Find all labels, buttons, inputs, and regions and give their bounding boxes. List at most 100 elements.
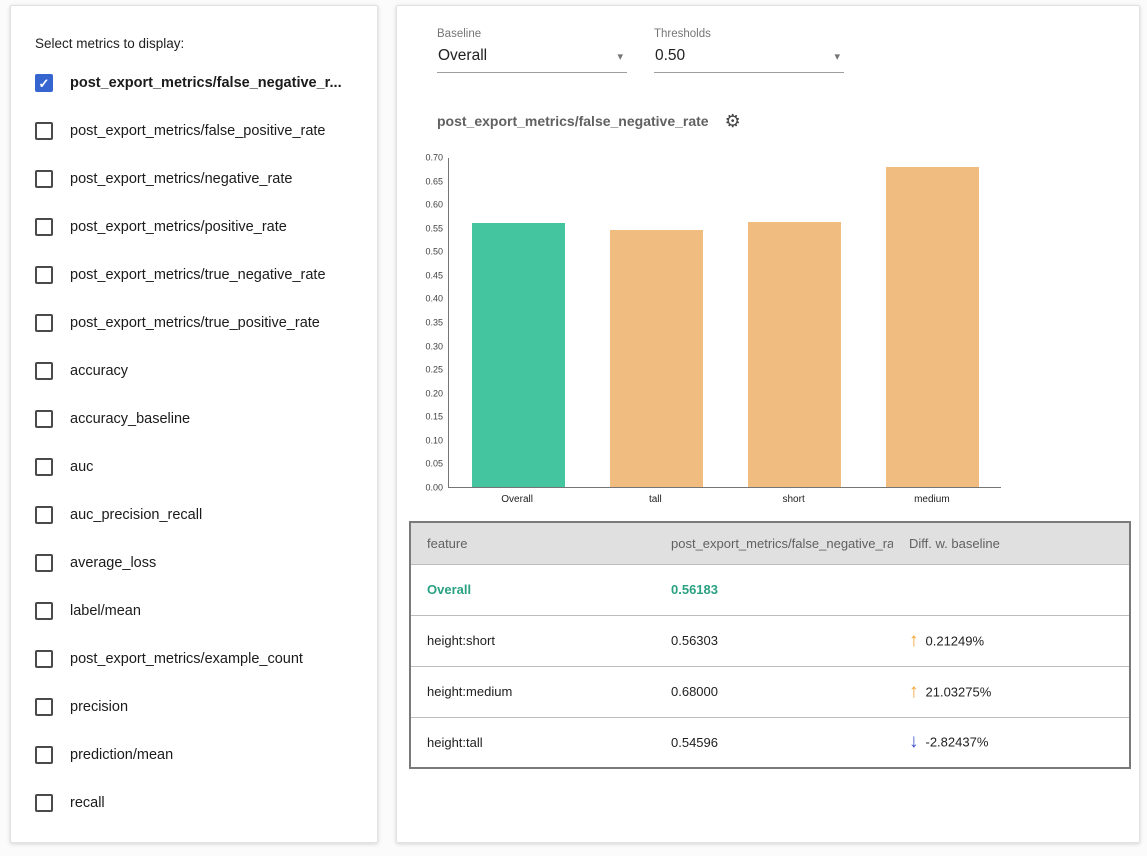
- metric-label: average_loss: [70, 555, 156, 571]
- controls-row: Baseline Overall ▾ Thresholds 0.50 ▾: [437, 28, 871, 73]
- metric-checkbox-item[interactable]: label/mean: [11, 587, 377, 635]
- baseline-select[interactable]: Overall ▾: [437, 43, 627, 73]
- metric-checkbox-item[interactable]: post_export_metrics/true_positive_rate: [11, 299, 377, 347]
- x-axis-label: tall: [609, 494, 702, 505]
- header-metric: post_export_metrics/false_negative_rat..…: [655, 522, 893, 564]
- metric-checkbox-item[interactable]: post_export_metrics/positive_rate: [11, 203, 377, 251]
- metrics-table: feature post_export_metrics/false_negati…: [409, 521, 1131, 769]
- metric-list: ✓post_export_metrics/false_negative_r...…: [11, 59, 377, 827]
- metric-selector-panel: Select metrics to display: ✓post_export_…: [10, 5, 378, 843]
- metric-checkbox-item[interactable]: post_export_metrics/example_count: [11, 635, 377, 683]
- x-axis-label: short: [747, 494, 840, 505]
- checkbox-unchecked-icon[interactable]: [35, 698, 53, 716]
- x-axis-label: medium: [885, 494, 978, 505]
- metric-label: post_export_metrics/true_positive_rate: [70, 315, 320, 331]
- results-panel: Baseline Overall ▾ Thresholds 0.50 ▾ pos…: [396, 5, 1140, 843]
- y-axis-tick-label: 0.45: [425, 271, 443, 280]
- dropdown-arrow-icon: ▾: [617, 50, 623, 63]
- metric-label: post_export_metrics/example_count: [70, 651, 303, 667]
- bar-chart: 0.000.050.100.150.200.250.300.350.400.45…: [409, 158, 1009, 513]
- checkbox-checked-icon[interactable]: ✓: [35, 74, 53, 92]
- checkbox-unchecked-icon[interactable]: [35, 218, 53, 236]
- checkbox-unchecked-icon[interactable]: [35, 794, 53, 812]
- checkbox-unchecked-icon[interactable]: [35, 170, 53, 188]
- diff-cell: ↑0.21249%: [893, 615, 1130, 666]
- metric-label: prediction/mean: [70, 747, 173, 763]
- metric-label: post_export_metrics/negative_rate: [70, 171, 292, 187]
- bar-medium[interactable]: [886, 167, 979, 487]
- metric-checkbox-item[interactable]: ✓post_export_metrics/false_negative_r...: [11, 59, 377, 107]
- check-icon: ✓: [39, 77, 50, 90]
- metric-checkbox-item[interactable]: post_export_metrics/false_positive_rate: [11, 107, 377, 155]
- metric-checkbox-item[interactable]: post_export_metrics/true_negative_rate: [11, 251, 377, 299]
- checkbox-unchecked-icon[interactable]: [35, 650, 53, 668]
- metric-checkbox-item[interactable]: average_loss: [11, 539, 377, 587]
- up-arrow-icon: ↑: [909, 630, 919, 651]
- diff-value: -2.82437%: [926, 735, 989, 750]
- metric-label: auc: [70, 459, 93, 475]
- feature-cell: Overall: [410, 564, 655, 615]
- checkbox-unchecked-icon[interactable]: [35, 554, 53, 572]
- y-axis-tick-label: 0.30: [425, 342, 443, 351]
- diff-cell: [893, 564, 1130, 615]
- metric-label: accuracy: [70, 363, 128, 379]
- metric-label: precision: [70, 699, 128, 715]
- chart-header: post_export_metrics/false_negative_rate …: [437, 112, 741, 130]
- y-axis-tick-label: 0.15: [425, 413, 443, 422]
- metric-label: label/mean: [70, 603, 141, 619]
- metric-checkbox-item[interactable]: auc_precision_recall: [11, 491, 377, 539]
- bar-short[interactable]: [748, 222, 841, 487]
- thresholds-control: Thresholds 0.50 ▾: [654, 28, 844, 73]
- metric-label: accuracy_baseline: [70, 411, 190, 427]
- checkbox-unchecked-icon[interactable]: [35, 602, 53, 620]
- checkbox-unchecked-icon[interactable]: [35, 410, 53, 428]
- checkbox-unchecked-icon[interactable]: [35, 506, 53, 524]
- y-axis-tick-label: 0.60: [425, 201, 443, 210]
- y-axis-tick-label: 0.55: [425, 224, 443, 233]
- checkbox-unchecked-icon[interactable]: [35, 122, 53, 140]
- metric-value-cell: 0.56303: [655, 615, 893, 666]
- diff-value: 21.03275%: [926, 684, 992, 699]
- metric-selector-title: Select metrics to display:: [35, 36, 377, 51]
- checkbox-unchecked-icon[interactable]: [35, 362, 53, 380]
- checkbox-unchecked-icon[interactable]: [35, 266, 53, 284]
- table-header-row: feature post_export_metrics/false_negati…: [410, 522, 1130, 564]
- up-arrow-icon: ↑: [909, 681, 919, 702]
- settings-gear-icon[interactable]: ⚙: [725, 112, 741, 130]
- metric-label: post_export_metrics/positive_rate: [70, 219, 287, 235]
- bar-overall[interactable]: [472, 223, 565, 487]
- checkbox-unchecked-icon[interactable]: [35, 458, 53, 476]
- diff-cell: ↓ -2.82437%: [893, 717, 1130, 768]
- y-axis-tick-label: 0.35: [425, 319, 443, 328]
- y-axis-tick-label: 0.70: [425, 154, 443, 163]
- y-axis: 0.000.050.100.150.200.250.300.350.400.45…: [409, 158, 448, 488]
- metric-checkbox-item[interactable]: precision: [11, 683, 377, 731]
- bar-tall[interactable]: [610, 230, 703, 487]
- y-axis-tick-label: 0.20: [425, 389, 443, 398]
- metric-checkbox-item[interactable]: prediction/mean: [11, 731, 377, 779]
- down-arrow-icon: ↓: [909, 731, 919, 752]
- metric-checkbox-item[interactable]: accuracy: [11, 347, 377, 395]
- y-axis-tick-label: 0.40: [425, 295, 443, 304]
- plot-area: [448, 158, 1001, 488]
- header-feature: feature: [410, 522, 655, 564]
- baseline-control: Baseline Overall ▾: [437, 28, 627, 73]
- checkbox-unchecked-icon[interactable]: [35, 314, 53, 332]
- y-axis-tick-label: 0.10: [425, 436, 443, 445]
- metric-checkbox-item[interactable]: accuracy_baseline: [11, 395, 377, 443]
- table-row: height:tall0.54596↓-2.82437%: [410, 717, 1130, 768]
- metric-checkbox-item[interactable]: recall: [11, 779, 377, 827]
- table-row: height:medium0.68000↑21.03275%: [410, 666, 1130, 717]
- metric-value-cell: 0.68000: [655, 666, 893, 717]
- diff-cell: ↑ 21.03275%: [893, 666, 1130, 717]
- thresholds-select[interactable]: 0.50 ▾: [654, 43, 844, 73]
- y-axis-tick-label: 0.25: [425, 366, 443, 375]
- metric-checkbox-item[interactable]: auc: [11, 443, 377, 491]
- metric-checkbox-item[interactable]: post_export_metrics/negative_rate: [11, 155, 377, 203]
- checkbox-unchecked-icon[interactable]: [35, 746, 53, 764]
- baseline-value: Overall: [438, 47, 487, 64]
- metric-label: recall: [70, 795, 105, 811]
- dropdown-arrow-icon: ▾: [834, 50, 840, 63]
- metric-value-cell: 0.54596: [655, 717, 893, 768]
- y-axis-tick-label: 0.00: [425, 484, 443, 493]
